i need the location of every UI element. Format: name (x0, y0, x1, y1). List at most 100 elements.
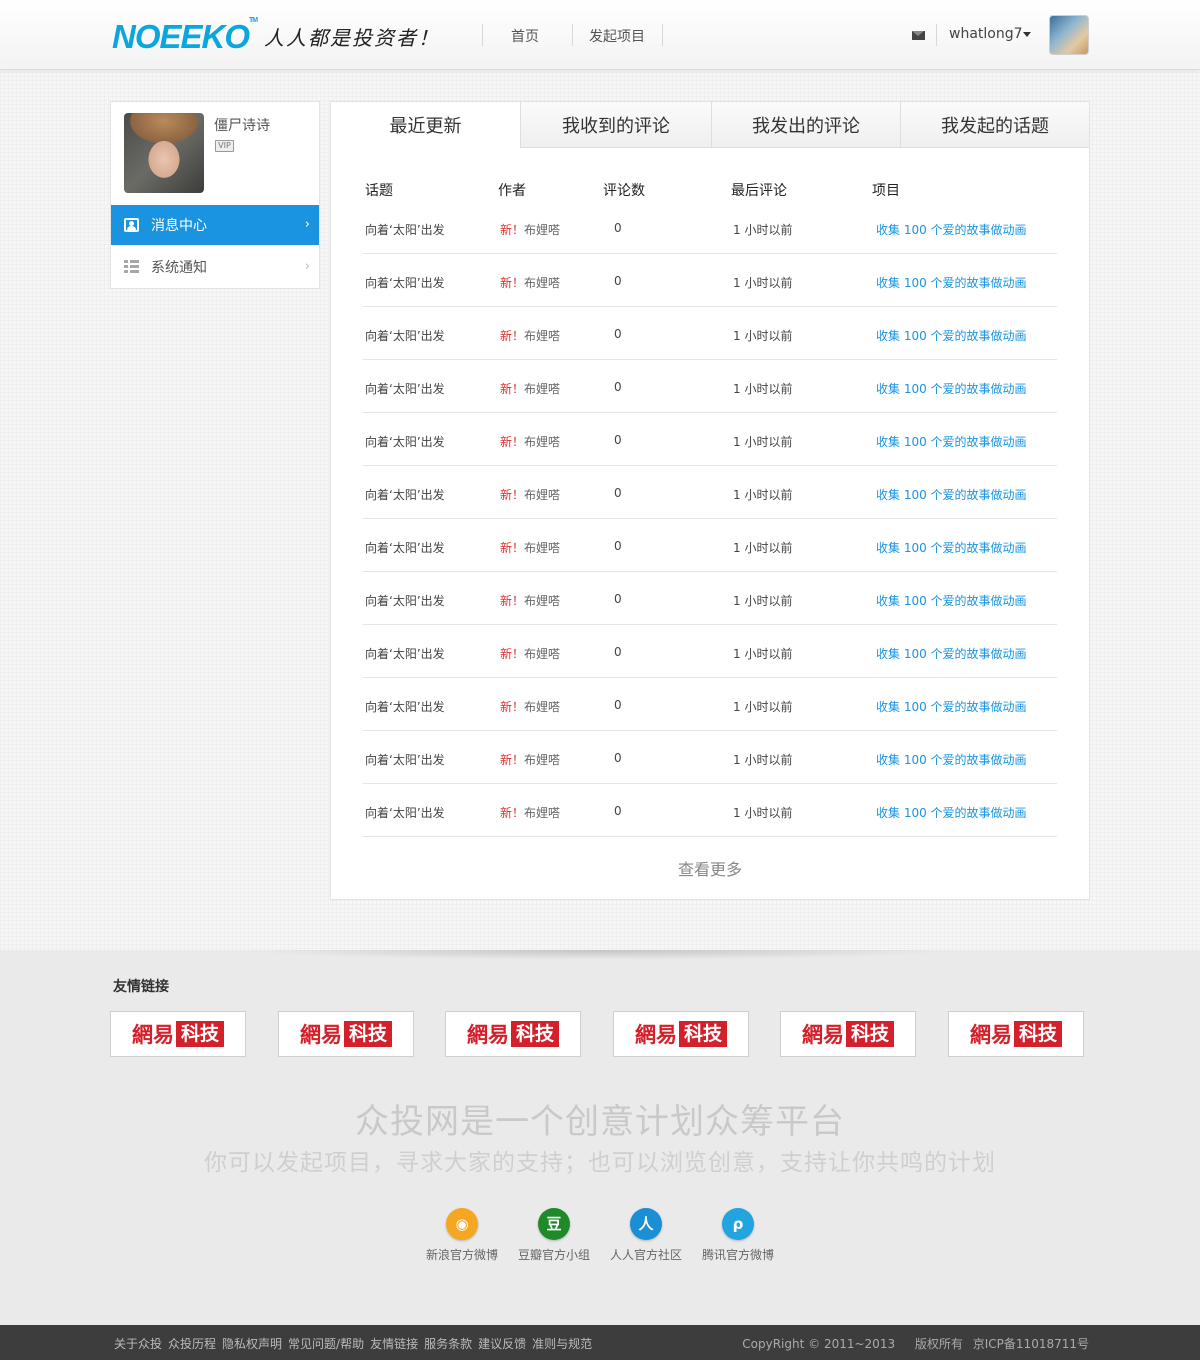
nav-home-link[interactable]: 首页 (511, 26, 539, 46)
site-slogan: 人人都是投资者！ (264, 26, 440, 50)
column-header-last-comment: 最后评论 (731, 183, 787, 199)
project-link[interactable]: 收集 100 个爱的故事做动画 (876, 539, 1027, 556)
author-cell[interactable]: 布娌嗒 (524, 274, 560, 291)
partner-logo-netease-tech[interactable]: 網易 科技 (110, 1011, 246, 1057)
tab-bar: 最近更新 我收到的评论 我发出的评论 我发起的话题 (331, 102, 1089, 148)
footer-link[interactable]: 隐私权声明 (222, 1337, 282, 1351)
footer-link[interactable]: 常见问题/帮助 (288, 1337, 364, 1351)
footer-area: 友情链接 網易 科技 網易 科技 網易 科技 網易 科技 網易 科技 網易 科技 众投网是一个创意计划… (0, 950, 1200, 1325)
author-cell[interactable]: 布娌嗒 (524, 592, 560, 609)
author-cell[interactable]: 布娌嗒 (524, 645, 560, 662)
footer-link[interactable]: 服务条款 (424, 1337, 472, 1351)
last-comment-cell: 1 小时以前 (733, 700, 793, 714)
social-link-renren[interactable]: 人人人官方社区 (606, 1208, 686, 1263)
author-cell[interactable]: 布娌嗒 (524, 380, 560, 397)
topic-cell[interactable]: 向着‘太阳’出发 (365, 274, 445, 291)
new-badge: 新！ (500, 594, 525, 608)
tagline-main: 众投网是一个创意计划众筹平台 (355, 1102, 845, 1142)
profile-name: 僵尸诗诗 (214, 118, 270, 134)
new-badge: 新！ (500, 806, 525, 820)
tab-sent-comments[interactable]: 我发出的评论 (711, 102, 900, 148)
project-link[interactable]: 收集 100 个爱的故事做动画 (876, 274, 1027, 291)
author-cell[interactable]: 布娌嗒 (524, 327, 560, 344)
new-badge: 新！ (500, 753, 525, 767)
profile-sidebar: 僵尸诗诗 VIP 消息中心 › 系统通知 › (110, 101, 320, 289)
footer-link[interactable]: 建议反馈 (478, 1337, 526, 1351)
social-link-douban[interactable]: 豆豆瓣官方小组 (514, 1208, 594, 1263)
project-link[interactable]: 收集 100 个爱的故事做动画 (876, 486, 1027, 503)
topic-cell[interactable]: 向着‘太阳’出发 (365, 433, 445, 450)
topic-cell[interactable]: 向着‘太阳’出发 (365, 592, 445, 609)
table-row: 向着‘太阳’出发 新！ 布娌嗒 0 1 小时以前 收集 100 个爱的故事做动画 (363, 519, 1057, 572)
project-link[interactable]: 收集 100 个爱的故事做动画 (876, 221, 1027, 238)
last-comment-cell: 1 小时以前 (733, 223, 793, 237)
social-label: 新浪官方微博 (425, 1248, 498, 1262)
project-link[interactable]: 收集 100 个爱的故事做动画 (876, 751, 1027, 768)
topic-cell[interactable]: 向着‘太阳’出发 (365, 221, 445, 238)
topic-cell[interactable]: 向着‘太阳’出发 (365, 645, 445, 662)
partner-logo-netease-tech[interactable]: 網易 科技 (948, 1011, 1084, 1057)
author-cell[interactable]: 布娌嗒 (524, 804, 560, 821)
last-comment-cell: 1 小时以前 (733, 435, 793, 449)
footer-link[interactable]: 准则与规范 (532, 1337, 592, 1351)
author-cell[interactable]: 布娌嗒 (524, 751, 560, 768)
author-cell[interactable]: 布娌嗒 (524, 698, 560, 715)
footer-links: 关于众投 众投历程 隐私权声明 常见问题/帮助 友情链接 服务条款 建议反馈 准则与规范 (114, 1335, 598, 1352)
tab-received-comments[interactable]: 我收到的评论 (520, 102, 711, 148)
partner-logo-netease-tech[interactable]: 網易 科技 (780, 1011, 916, 1057)
tab-recent-updates[interactable]: 最近更新 (331, 102, 520, 148)
sidebar-item-message-center[interactable]: 消息中心 › (111, 205, 319, 245)
comment-count-cell: 0 (614, 327, 622, 341)
table-header: 话题 作者 评论数 最后评论 项目 (363, 180, 1057, 200)
project-link[interactable]: 收集 100 个爱的故事做动画 (876, 804, 1027, 821)
author-cell[interactable]: 布娌嗒 (524, 539, 560, 556)
tab-my-topics[interactable]: 我发起的话题 (900, 102, 1089, 148)
new-badge: 新！ (500, 382, 525, 396)
comment-count-cell: 0 (614, 380, 622, 394)
social-label: 豆瓣官方小组 (517, 1248, 590, 1262)
caret-down-icon[interactable] (1023, 32, 1031, 37)
project-link[interactable]: 收集 100 个爱的故事做动画 (876, 698, 1027, 715)
site-logo[interactable]: NOEEKOTM (112, 17, 258, 53)
project-link[interactable]: 收集 100 个爱的故事做动画 (876, 433, 1027, 450)
topic-cell[interactable]: 向着‘太阳’出发 (365, 327, 445, 344)
user-avatar[interactable] (1049, 15, 1089, 55)
column-header-topic: 话题 (365, 183, 393, 199)
column-header-project: 项目 (872, 183, 900, 199)
chevron-right-icon: › (304, 259, 310, 274)
topic-cell[interactable]: 向着‘太阳’出发 (365, 698, 445, 715)
project-link[interactable]: 收集 100 个爱的故事做动画 (876, 380, 1027, 397)
topic-cell[interactable]: 向着‘太阳’出发 (365, 804, 445, 821)
social-link-sina-weibo[interactable]: ◉ 新浪官方微博 (422, 1208, 502, 1263)
topic-cell[interactable]: 向着‘太阳’出发 (365, 486, 445, 503)
project-link[interactable]: 收集 100 个爱的故事做动画 (876, 327, 1027, 344)
partner-logo-text: 網易 (466, 1022, 509, 1047)
comment-count-cell: 0 (614, 539, 622, 553)
partner-logo-netease-tech[interactable]: 網易 科技 (445, 1011, 581, 1057)
topic-cell[interactable]: 向着‘太阳’出发 (365, 751, 445, 768)
mail-icon[interactable] (912, 31, 925, 40)
project-link[interactable]: 收集 100 个爱的故事做动画 (876, 645, 1027, 662)
sidebar-item-system-notice[interactable]: 系统通知 › (111, 247, 319, 287)
topic-cell[interactable]: 向着‘太阳’出发 (365, 539, 445, 556)
partner-logo-text: 網易 (801, 1022, 844, 1047)
partner-logo-text: 科技 (175, 1021, 224, 1047)
author-cell[interactable]: 布娌嗒 (524, 486, 560, 503)
view-more-button[interactable]: 查看更多 (331, 856, 1089, 880)
social-link-tencent-weibo[interactable]: ρ 腾讯官方微博 (698, 1208, 778, 1263)
partner-logo-text: 科技 (343, 1021, 392, 1047)
partner-logo-netease-tech[interactable]: 網易 科技 (278, 1011, 414, 1057)
author-cell[interactable]: 布娌嗒 (524, 433, 560, 450)
footer-link[interactable]: 关于众投 (114, 1337, 162, 1351)
username-menu[interactable]: whatlong7 (949, 26, 1023, 42)
table-body: 向着‘太阳’出发 新！ 布娌嗒 0 1 小时以前 收集 100 个爱的故事做动画 向着‘太阳… (363, 201, 1057, 837)
footer-link[interactable]: 友情链接 (370, 1337, 418, 1351)
topic-cell[interactable]: 向着‘太阳’出发 (365, 380, 445, 397)
partner-logo-netease-tech[interactable]: 網易 科技 (613, 1011, 749, 1057)
project-link[interactable]: 收集 100 个爱的故事做动画 (876, 592, 1027, 609)
table-row: 向着‘太阳’出发 新！ 布娌嗒 0 1 小时以前 收集 100 个爱的故事做动画 (363, 360, 1057, 413)
nav-launch-project-link[interactable]: 发起项目 (589, 26, 645, 46)
social-label: 腾讯官方微博 (701, 1248, 774, 1262)
footer-link[interactable]: 众投历程 (168, 1337, 216, 1351)
author-cell[interactable]: 布娌嗒 (524, 221, 560, 238)
